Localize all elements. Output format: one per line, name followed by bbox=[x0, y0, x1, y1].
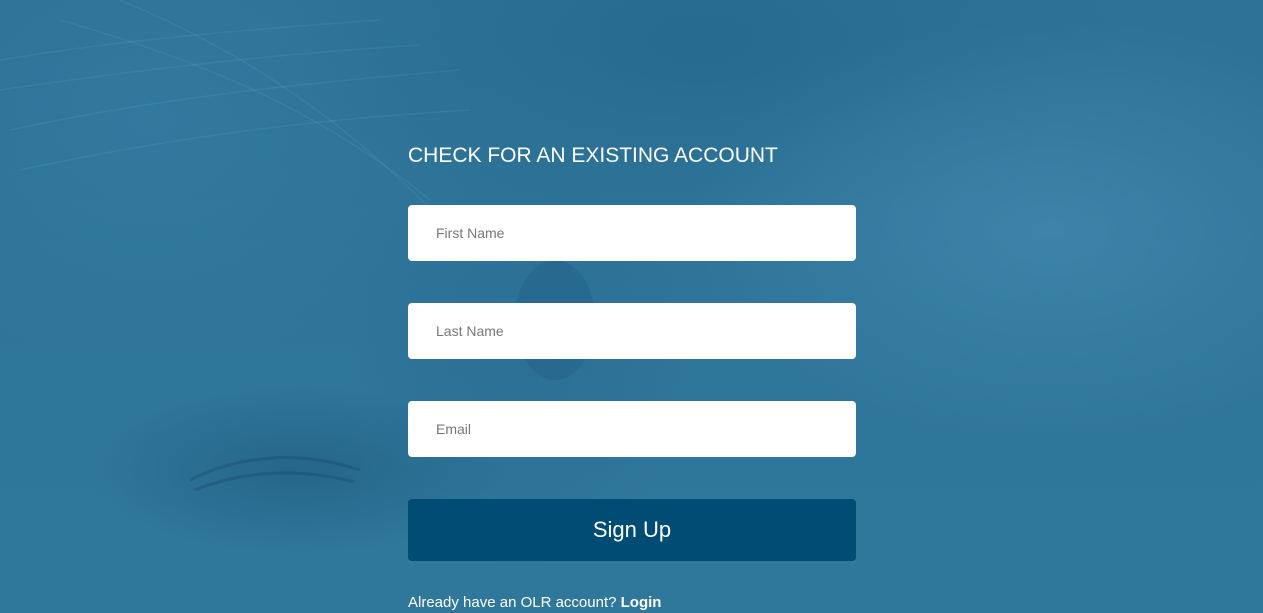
login-link[interactable]: Login bbox=[621, 594, 662, 611]
login-prompt: Already have an OLR account? Login bbox=[408, 594, 856, 612]
sign-up-button[interactable]: Sign Up bbox=[408, 499, 856, 561]
last-name-input[interactable] bbox=[408, 303, 856, 359]
login-prompt-text: Already have an OLR account? bbox=[408, 594, 617, 611]
email-input[interactable] bbox=[408, 401, 856, 457]
form-title: CHECK FOR AN EXISTING ACCOUNT bbox=[408, 144, 778, 167]
first-name-input[interactable] bbox=[408, 205, 856, 261]
account-check-form: CHECK FOR AN EXISTING ACCOUNT Sign Up Al… bbox=[408, 140, 856, 612]
